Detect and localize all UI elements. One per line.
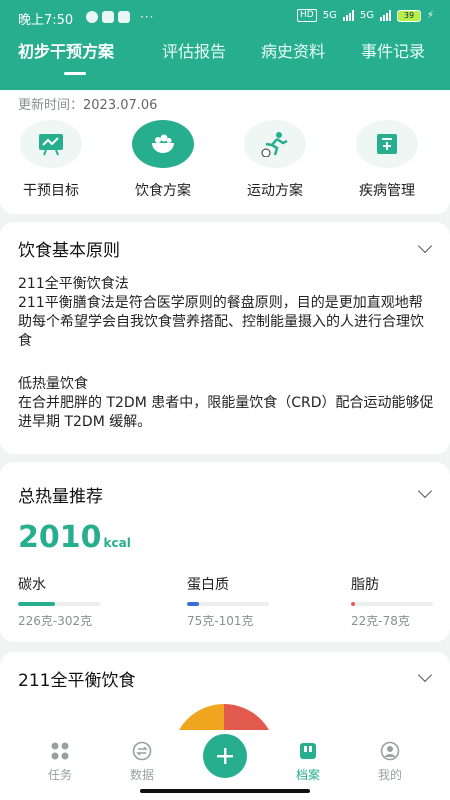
card-title: 211全平衡饮食 [18,671,136,691]
status-indicators: HD 5G 5G 39 ⚡ [297,9,434,22]
macro-carbs: 碳水 226克-302克 [18,574,148,629]
quick-nav: 干预目标 饮食方案 运动方案 疾病管理 [0,120,450,206]
bottom-nav-profile[interactable]: 我的 [360,740,420,783]
chart-board-icon [20,120,82,168]
macro-name: 碳水 [18,577,46,593]
nav-label: 饮食方案 [135,183,191,199]
tab-event-records[interactable]: 事件记录 [361,38,425,62]
chevron-down-icon[interactable] [417,667,433,683]
nav-intervention-goal[interactable]: 干预目标 [6,120,96,200]
chevron-down-icon[interactable] [417,483,433,499]
add-button[interactable] [203,734,247,778]
nav-diet-plan[interactable]: 饮食方案 [118,120,208,200]
nav-label: 干预目标 [23,183,79,199]
data-exchange-icon [131,740,153,762]
macro-progress-fill [18,602,55,606]
diet-principles-card: 饮食基本原则 211全平衡饮食法 211平衡膳食法是符合医学原则的餐盘原则，目的… [0,222,450,454]
nav-exercise-plan[interactable]: 运动方案 [230,120,320,200]
macro-range: 75克-101克 [187,614,254,628]
food-bowl-icon [132,120,194,168]
macro-progress-bar [18,602,100,606]
macro-range: 226克-302克 [18,614,93,628]
nav-disease-management[interactable]: 疾病管理 [342,120,432,200]
header: 晚上7:50 ··· HD 5G 5G 39 ⚡ 初步干预方案 评估报告 病史资… [0,0,450,90]
notification-icons: ··· [86,10,154,24]
nav-label: 运动方案 [247,183,303,199]
nav-label: 疾病管理 [359,183,415,199]
bottom-nav-tasks[interactable]: 任务 [30,740,90,783]
plan-overview-card: 更新时间：2023.07.06 干预目标 饮食方案 运动方案 疾病管理 [0,90,450,214]
calorie-recommendation-card: 总热量推荐 2010 kcal 碳水 226克-302克 蛋白质 75克-101克… [0,462,450,642]
more-notifications-icon: ··· [140,10,155,24]
signal-icon-2 [379,10,391,21]
network-label-2: 5G [359,10,374,21]
profile-icon [379,740,401,762]
calorie-number: 2010 [18,520,102,555]
principle-2-title: 低热量饮食 [18,376,88,392]
bottom-nav-data[interactable]: 数据 [112,740,172,783]
message-app-icon [86,11,98,23]
network-label-1: 5G [322,10,337,21]
signal-icon [342,10,354,21]
bottom-nav-label: 我的 [377,768,402,782]
bottom-nav-label: 任务 [47,768,72,782]
macro-name: 蛋白质 [187,577,229,593]
principle-1-body: 211平衡膳食法是符合医学原则的餐盘原则，目的是更加直观地帮助每个希望学会自我饮… [18,295,424,349]
update-time-value: 2023.07.06 [83,98,158,113]
macro-name: 脂肪 [351,577,379,593]
hd-badge: HD [297,9,317,22]
macro-progress-fill [351,602,356,606]
archive-icon [297,740,319,762]
macro-protein: 蛋白质 75克-101克 [187,574,317,629]
card-title: 总热量推荐 [18,487,103,507]
bottom-nav-archive[interactable]: 档案 [278,740,338,783]
macro-fat: 脂肪 22克-78克 [351,574,450,629]
k-app-icon [118,11,130,23]
status-bar: 晚上7:50 ··· HD 5G 5G 39 ⚡ [0,0,450,32]
medical-kit-icon [356,120,418,168]
card-title: 饮食基本原则 [18,241,120,261]
tab-medical-history[interactable]: 病史资料 [261,38,325,62]
battery-icon: 39 [396,9,421,22]
macro-progress-fill [187,602,200,606]
charging-icon: ⚡ [426,10,434,21]
update-time-label: 更新时间： [18,98,84,113]
task-grid-icon [49,740,71,762]
bottom-nav-label: 档案 [295,768,320,782]
status-time: 晚上7:50 [18,13,74,28]
macro-progress-bar [351,602,433,606]
chevron-down-icon[interactable] [417,238,433,254]
macro-progress-bar [187,602,269,606]
plus-icon [217,748,233,764]
tab-intervention-plan[interactable]: 初步干预方案 [18,38,114,62]
update-time: 更新时间：2023.07.06 [18,94,157,113]
bottom-nav-label: 数据 [129,768,154,782]
principle-1-title: 211全平衡饮食法 [18,276,129,292]
tab-assessment-report[interactable]: 评估报告 [162,38,226,62]
home-indicator [140,789,310,793]
running-icon [244,120,306,168]
calorie-value: 2010 kcal [18,520,131,555]
principle-2-body: 在合并肥胖的 T2DM 患者中，限能量饮食（CRD）配合运动能够促进早期 T2D… [18,395,434,430]
video-app-icon [102,11,114,23]
macro-range: 22克-78克 [351,614,410,628]
calorie-unit: kcal [103,536,131,550]
active-tab-indicator [64,72,86,75]
